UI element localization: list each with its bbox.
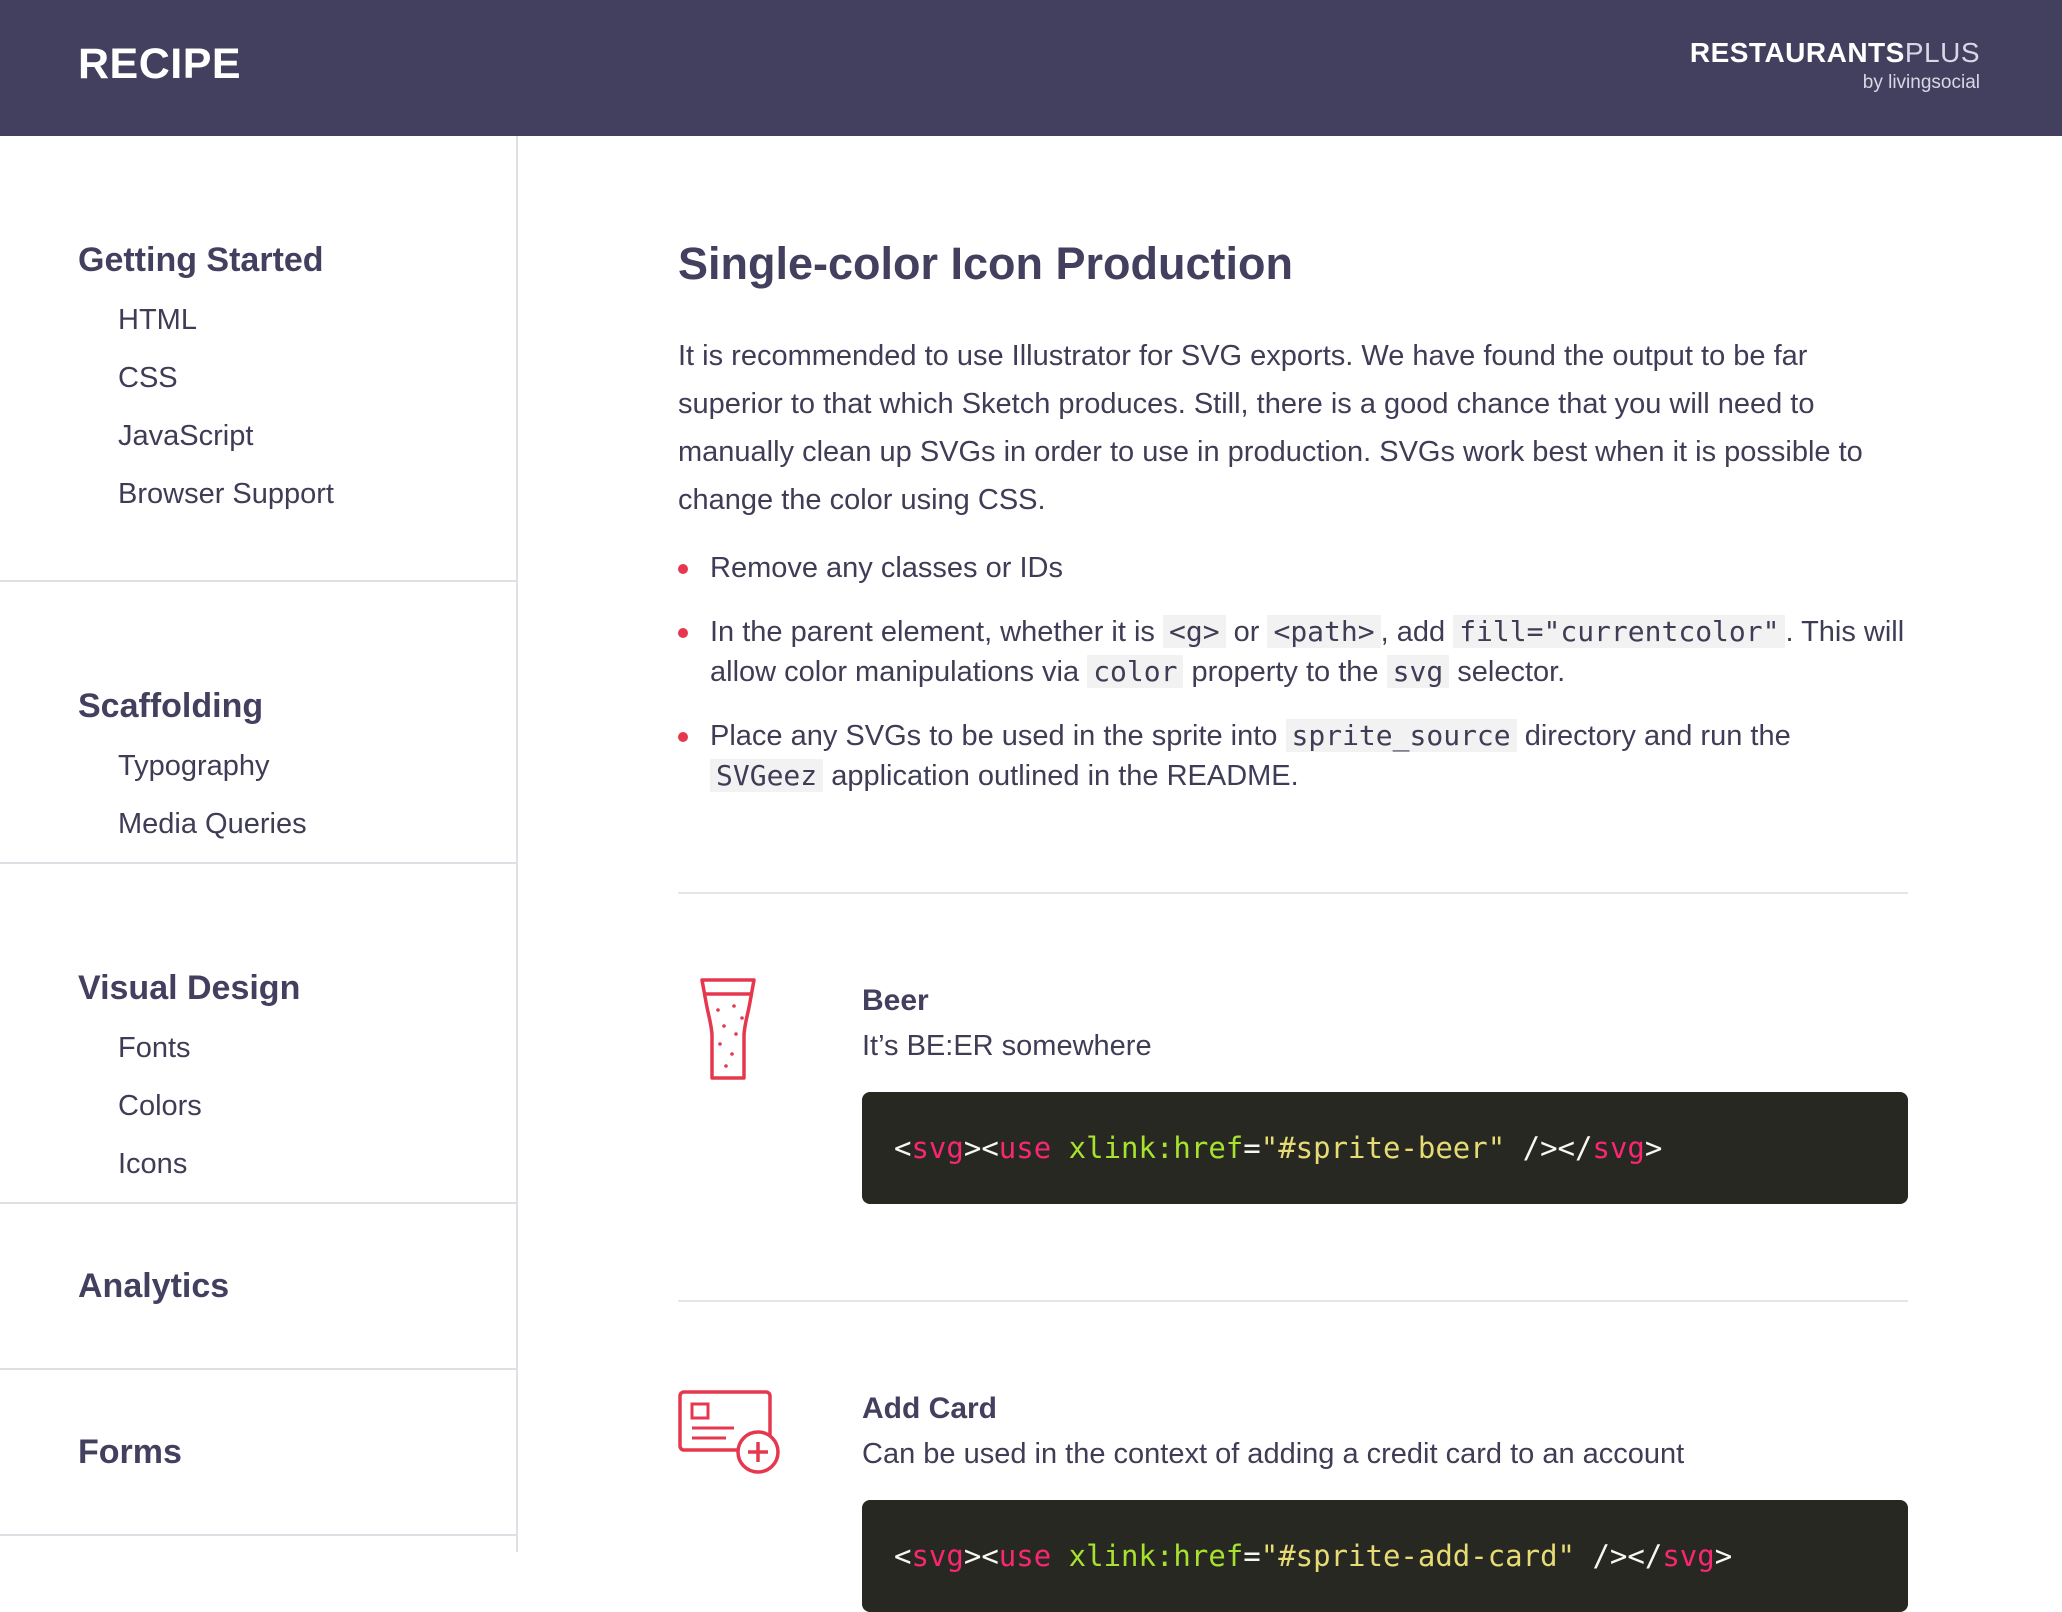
code-token: < <box>894 1131 912 1165</box>
code-snippet-add-card[interactable]: <svg><use xlink:href="#sprite-add-card" … <box>862 1500 1908 1612</box>
nav-heading-forms[interactable]: Forms <box>78 1432 516 1472</box>
code-token: svg <box>911 1131 964 1165</box>
nav-section-analytics: Analytics <box>0 1204 516 1370</box>
inline-code-path: <path> <box>1267 615 1381 648</box>
code-token: svg <box>1592 1131 1645 1165</box>
app-title[interactable]: RECIPE <box>78 40 241 89</box>
nav-item-icons[interactable]: Icons <box>118 1146 516 1204</box>
page-title: Single-color Icon Production <box>678 238 1294 289</box>
code-token: > <box>963 1539 982 1573</box>
nav-item-media-queries[interactable]: Media Queries <box>118 806 516 864</box>
code-token: < <box>981 1539 999 1573</box>
code-token: /></ <box>1505 1131 1593 1165</box>
icon-name: Beer <box>862 984 929 1017</box>
nav-heading-visual-design[interactable]: Visual Design <box>78 968 516 1008</box>
nav-list: Typography Media Queries <box>78 748 516 864</box>
section-divider <box>678 1300 1908 1302</box>
code-token: xlink:href <box>1068 1539 1244 1573</box>
nav-section-getting-started: Getting Started HTML CSS JavaScript Brow… <box>0 136 516 582</box>
code-token: > <box>963 1131 982 1165</box>
inline-code-g: <g> <box>1162 615 1226 648</box>
inline-code-svg: svg <box>1386 655 1450 688</box>
icon-name: Add Card <box>862 1392 997 1425</box>
nav-item-colors[interactable]: Colors <box>118 1088 516 1146</box>
list-item-text: Place any SVGs to be used in the sprite … <box>710 720 1286 752</box>
list-item: In the parent element, whether it is <g>… <box>678 612 1908 692</box>
list-item-text: property to the <box>1183 656 1387 688</box>
nav-section-forms: Forms <box>0 1370 516 1536</box>
list-item-text: or <box>1225 616 1268 648</box>
list-item-text: directory and run the <box>1516 720 1791 752</box>
code-token: = <box>1243 1539 1261 1573</box>
intro-paragraph: It is recommended to use Illustrator for… <box>678 340 1863 516</box>
icon-entry-add-card: Add Card Can be used in the context of a… <box>678 1382 1908 1612</box>
beer-glass-icon <box>700 978 756 1080</box>
list-item-text: application outlined in the README. <box>823 760 1299 792</box>
section-divider <box>678 892 1908 894</box>
list-item-text: selector. <box>1449 656 1566 688</box>
sidebar-nav: Getting Started HTML CSS JavaScript Brow… <box>0 136 518 1552</box>
code-token: > <box>1644 1131 1663 1165</box>
code-token: xlink:href <box>1068 1131 1244 1165</box>
nav-item-typography[interactable]: Typography <box>118 748 516 806</box>
list-item-text: In the parent element, whether it is <box>710 616 1163 648</box>
code-token: svg <box>911 1539 964 1573</box>
inline-code-svgeez: SVGeez <box>710 759 824 792</box>
code-token: < <box>894 1539 912 1573</box>
nav-section-visual-design: Visual Design Fonts Colors Icons <box>0 864 516 1204</box>
nav-section-scaffolding: Scaffolding Typography Media Queries <box>0 582 516 864</box>
top-header: RECIPE RESTAURANTSPLUS by livingsocial <box>0 0 2062 136</box>
code-token: "#sprite-add-card" <box>1260 1539 1576 1573</box>
list-item: Place any SVGs to be used in the sprite … <box>678 716 1908 796</box>
code-token: < <box>981 1131 999 1165</box>
nav-item-css[interactable]: CSS <box>118 360 516 418</box>
nav-list: HTML CSS JavaScript Browser Support <box>78 302 516 534</box>
code-token: "#sprite-beer" <box>1260 1131 1506 1165</box>
brand-wordmark: RESTAURANTSPLUS <box>1690 36 1980 70</box>
nav-item-html[interactable]: HTML <box>118 302 516 360</box>
list-item-text: Remove any classes or IDs <box>710 552 1063 584</box>
icon-description: Can be used in the context of adding a c… <box>862 1438 1685 1470</box>
guideline-list: Remove any classes or IDs In the parent … <box>678 548 1908 820</box>
code-token: svg <box>1662 1539 1715 1573</box>
inline-code-sprite-source: sprite_source <box>1285 719 1517 752</box>
add-card-icon <box>678 1390 780 1474</box>
brand-primary: RESTAURANTS <box>1689 37 1905 68</box>
brand-subtitle: by livingsocial <box>1862 72 1980 93</box>
list-item: Remove any classes or IDs <box>678 548 1908 588</box>
brand-logo[interactable]: RESTAURANTSPLUS by livingsocial <box>1690 36 1980 94</box>
inline-code-color: color <box>1087 655 1184 688</box>
brand-secondary: PLUS <box>1904 37 1980 68</box>
code-token: > <box>1714 1539 1733 1573</box>
nav-heading-scaffolding[interactable]: Scaffolding <box>78 686 516 726</box>
nav-item-fonts[interactable]: Fonts <box>118 1030 516 1088</box>
code-token: use <box>998 1131 1052 1165</box>
icon-entry-beer: Beer It’s BE:ER somewhere <svg><use xlin… <box>678 974 1908 1204</box>
list-item-text: , add <box>1380 616 1454 648</box>
nav-heading-getting-started[interactable]: Getting Started <box>78 240 516 280</box>
nav-item-browser-support[interactable]: Browser Support <box>118 476 516 534</box>
code-snippet-beer[interactable]: <svg><use xlink:href="#sprite-beer" /></… <box>862 1092 1908 1204</box>
icon-description: It’s BE:ER somewhere <box>862 1030 1152 1062</box>
code-token: use <box>998 1539 1052 1573</box>
code-token: = <box>1243 1131 1261 1165</box>
code-token: /></ <box>1575 1539 1663 1573</box>
nav-heading-analytics[interactable]: Analytics <box>78 1266 516 1306</box>
nav-item-javascript[interactable]: JavaScript <box>118 418 516 476</box>
nav-list: Fonts Colors Icons <box>78 1030 516 1204</box>
inline-code-fill: fill="currentcolor" <box>1453 615 1786 648</box>
